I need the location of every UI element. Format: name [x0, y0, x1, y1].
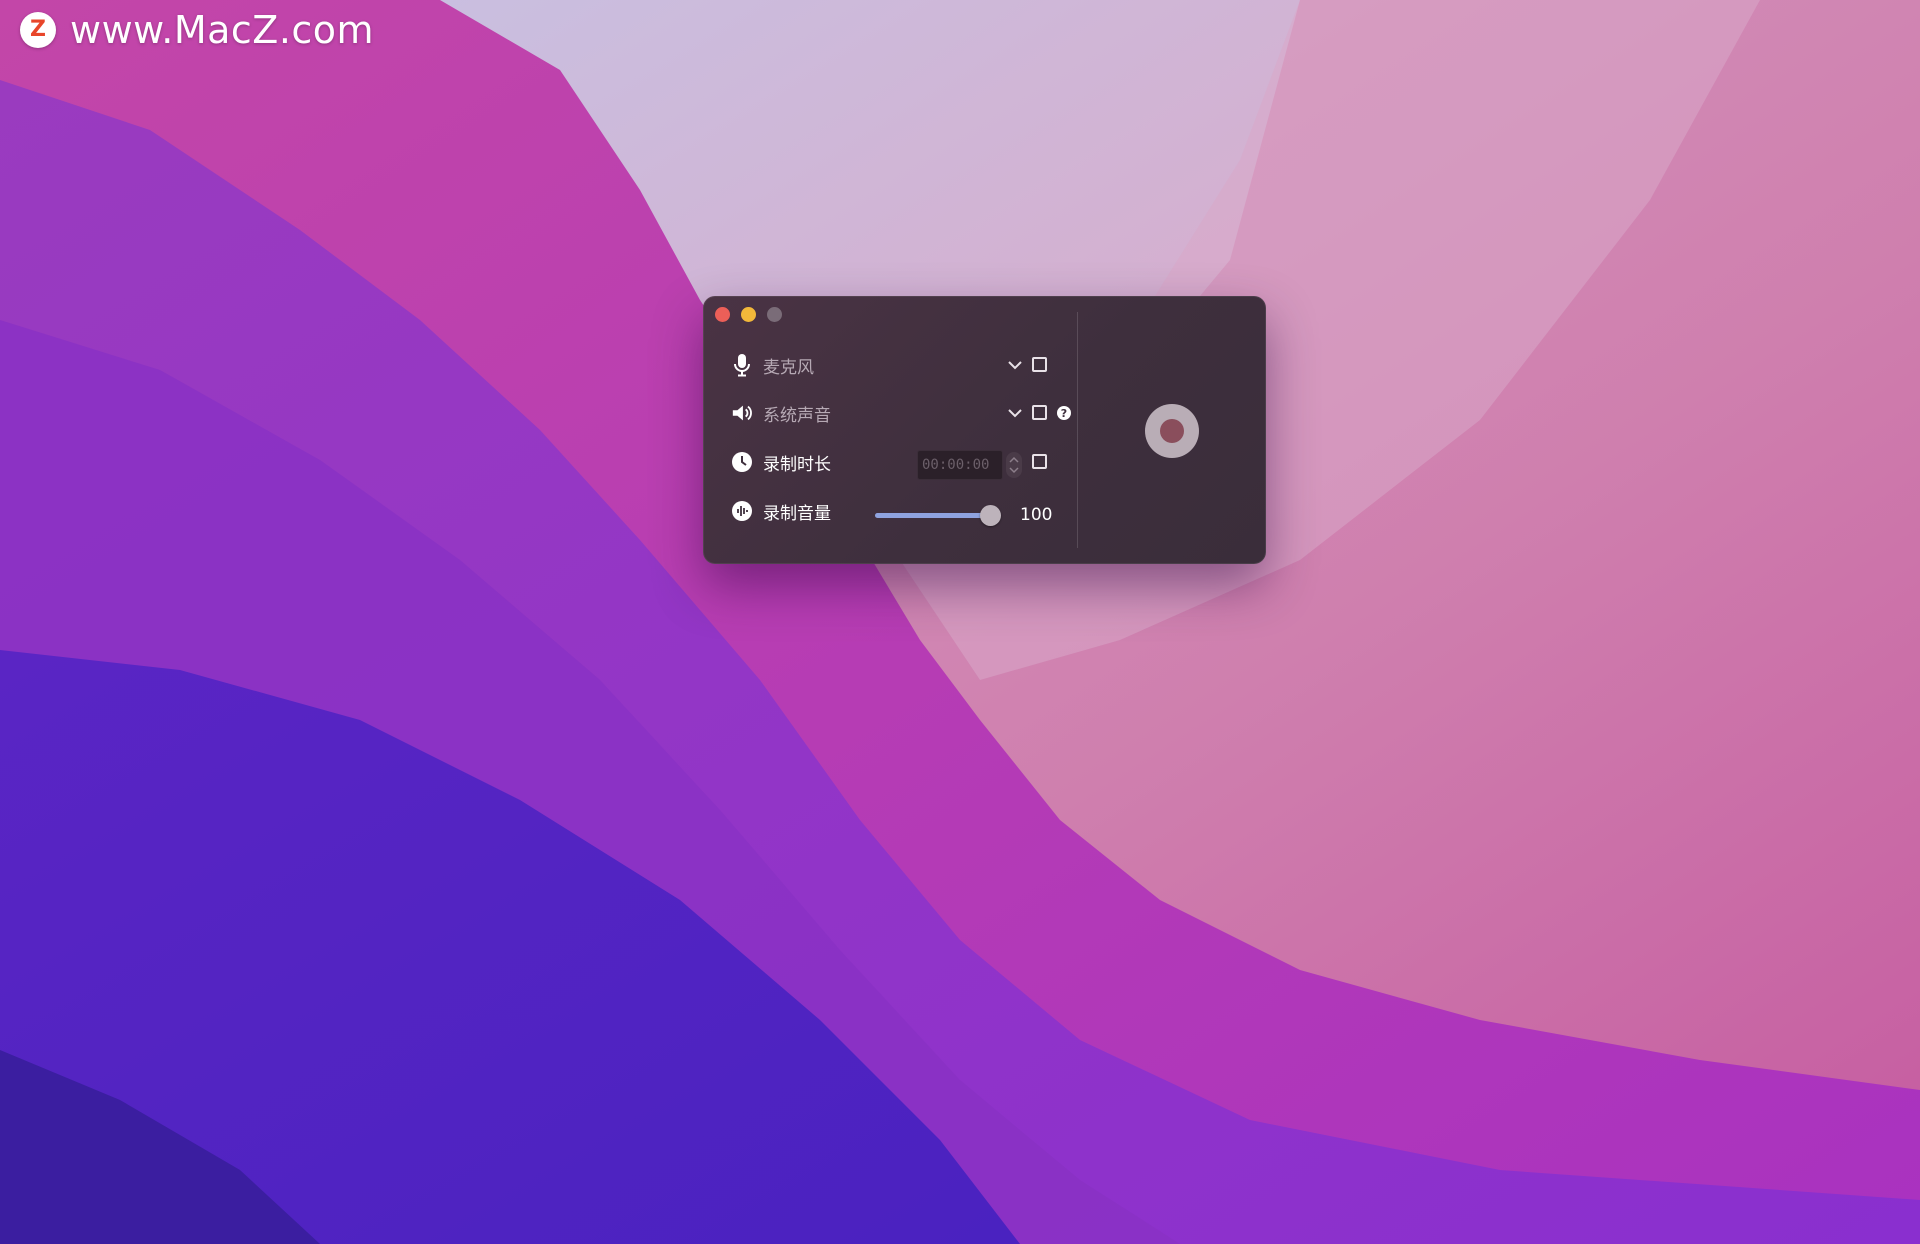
- system-sound-row: 系统声音: [731, 398, 831, 428]
- duration-stepper[interactable]: [1006, 452, 1022, 478]
- volume-slider-knob[interactable]: [980, 505, 1001, 526]
- macz-logo: Z: [20, 12, 56, 48]
- panel-divider: [1077, 312, 1078, 548]
- speaker-icon: [731, 402, 753, 424]
- volume-slider-fill: [875, 513, 991, 518]
- desktop-wallpaper: [0, 0, 1920, 1244]
- microphone-checkbox[interactable]: [1032, 357, 1047, 372]
- record-volume-label: 录制音量: [763, 503, 831, 524]
- recorder-window: 麦克风 系统声音 ? 录制时长 00:00:00 录制音量 100: [703, 296, 1266, 564]
- record-volume-row: 录制音量: [731, 496, 831, 526]
- window-controls: [715, 307, 782, 322]
- zoom-button[interactable]: [767, 307, 782, 322]
- microphone-icon: [731, 354, 753, 377]
- system-sound-checkbox[interactable]: [1032, 405, 1047, 420]
- duration-time-field[interactable]: 00:00:00: [917, 450, 1003, 480]
- volume-meter-icon: [731, 500, 753, 522]
- minimize-button[interactable]: [741, 307, 756, 322]
- microphone-label: 麦克风: [763, 357, 814, 378]
- microphone-dropdown-chevron-icon[interactable]: [1007, 357, 1023, 373]
- record-duration-row: 录制时长: [731, 447, 831, 477]
- volume-slider[interactable]: [875, 505, 1001, 526]
- system-sound-label: 系统声音: [763, 405, 831, 426]
- help-glyph: ?: [1060, 406, 1068, 420]
- watermark-text: www.MacZ.com: [70, 8, 375, 52]
- volume-value: 100: [1020, 505, 1053, 525]
- clock-icon: [731, 451, 753, 473]
- watermark: Z www.MacZ.com: [20, 8, 374, 52]
- record-duration-checkbox[interactable]: [1032, 454, 1047, 469]
- close-button[interactable]: [715, 307, 730, 322]
- macz-logo-letter: Z: [30, 17, 46, 42]
- record-dot-icon: [1160, 419, 1184, 443]
- microphone-row: 麦克风: [731, 350, 814, 380]
- help-icon[interactable]: ?: [1057, 406, 1071, 420]
- record-duration-label: 录制时长: [763, 454, 831, 475]
- system-sound-dropdown-chevron-icon[interactable]: [1007, 405, 1023, 421]
- record-button[interactable]: [1145, 404, 1199, 458]
